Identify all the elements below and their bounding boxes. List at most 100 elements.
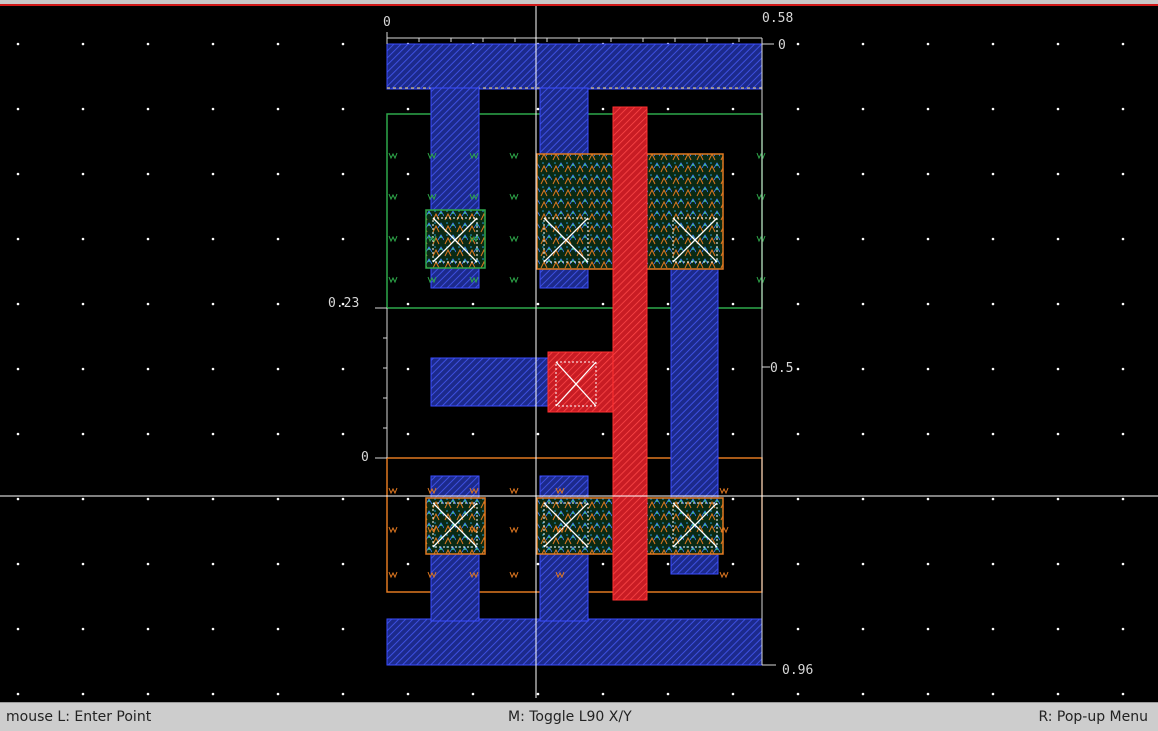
grid-dot (211, 107, 215, 111)
grid-dot (146, 692, 150, 696)
grid-dot (146, 497, 150, 501)
grid-dot (276, 432, 280, 436)
grid-dot (341, 237, 345, 241)
grid-dot (276, 367, 280, 371)
grid-dot (1056, 692, 1060, 696)
grid-dot (926, 497, 930, 501)
well-mark (509, 487, 519, 495)
grid-dot (471, 302, 475, 306)
grid-dot (341, 692, 345, 696)
metal1-bottom-rail[interactable] (386, 618, 763, 666)
grid-dot (211, 172, 215, 176)
well-mark (756, 193, 766, 201)
grid-dot (471, 432, 475, 436)
grid-dot (926, 172, 930, 176)
well-mark (388, 193, 398, 201)
grid-dot (926, 302, 930, 306)
grid-dot (406, 497, 410, 501)
grid-dot (211, 627, 215, 631)
grid-dot (16, 367, 20, 371)
grid-dot (1056, 42, 1060, 46)
status-mouse-middle-hint: M: Toggle L90 X/Y (508, 709, 632, 725)
grid-dot (991, 302, 995, 306)
grid-dot (1121, 692, 1125, 696)
grid-dot (796, 42, 800, 46)
grid-dot (16, 237, 20, 241)
well-mark (388, 487, 398, 495)
grid-dot (1121, 302, 1125, 306)
grid-dot (341, 367, 345, 371)
grid-dot (861, 367, 865, 371)
grid-dot (341, 432, 345, 436)
grid-dot (796, 107, 800, 111)
grid-dot (16, 562, 20, 566)
ruler-bottom-right-label: 0.96 (782, 663, 813, 678)
well-mark (509, 526, 519, 534)
grid-dot (276, 562, 280, 566)
grid-dot (601, 432, 605, 436)
grid-dot (861, 302, 865, 306)
grid-dot (536, 692, 540, 696)
grid-dot (471, 692, 475, 696)
well-mark (388, 152, 398, 160)
grid-dot (1121, 172, 1125, 176)
ruler-top-right-label: 0.58 (762, 11, 793, 26)
well-mark (719, 571, 729, 579)
well-mark (756, 276, 766, 284)
grid-dot (991, 237, 995, 241)
grid-dot (16, 432, 20, 436)
grid-dot (406, 302, 410, 306)
grid-dot (796, 367, 800, 371)
grid-dot (861, 432, 865, 436)
grid-dot (926, 627, 930, 631)
layout-canvas[interactable]: 0 0.58 0 0.5 0.96 0.23 0 (0, 6, 1158, 698)
grid-dot (861, 107, 865, 111)
status-mouse-right-hint: R: Pop-up Menu (1038, 709, 1148, 725)
grid-dot (796, 302, 800, 306)
grid-dot (926, 692, 930, 696)
grid-dot (601, 562, 605, 566)
grid-dot (146, 237, 150, 241)
grid-dot (1121, 367, 1125, 371)
metal1-top-rail[interactable] (386, 43, 763, 90)
grid-dot (81, 692, 85, 696)
poly-contact-pad[interactable] (547, 351, 614, 413)
grid-dot (146, 432, 150, 436)
well-mark (719, 487, 729, 495)
grid-dot (991, 172, 995, 176)
grid-dot (1056, 367, 1060, 371)
grid-dot (536, 432, 540, 436)
grid-dot (146, 302, 150, 306)
grid-dot (991, 497, 995, 501)
ruler-top-left-label: 0 (383, 15, 391, 30)
grid-dot (1056, 562, 1060, 566)
grid-dot (796, 562, 800, 566)
grid-dot (861, 627, 865, 631)
grid-dot (341, 107, 345, 111)
grid-dot (276, 42, 280, 46)
grid-dot (276, 692, 280, 696)
grid-dot (81, 42, 85, 46)
grid-dot (1056, 497, 1060, 501)
grid-dot (341, 627, 345, 631)
grid-dot (406, 562, 410, 566)
grid-dot (16, 42, 20, 46)
grid-dot (81, 367, 85, 371)
grid-dot (991, 42, 995, 46)
grid-dot (926, 237, 930, 241)
grid-dot (276, 497, 280, 501)
grid-dot (731, 172, 735, 176)
grid-dot (211, 42, 215, 46)
grid-dot (1121, 237, 1125, 241)
grid-dot (731, 237, 735, 241)
grid-dot (1121, 107, 1125, 111)
grid-dot (211, 497, 215, 501)
grid-dot (1056, 237, 1060, 241)
well-mark (756, 235, 766, 243)
well-mark (388, 276, 398, 284)
poly-gate[interactable] (612, 106, 648, 601)
grid-dot (81, 172, 85, 176)
grid-dot (341, 42, 345, 46)
grid-dot (146, 107, 150, 111)
grid-dot (536, 107, 540, 111)
